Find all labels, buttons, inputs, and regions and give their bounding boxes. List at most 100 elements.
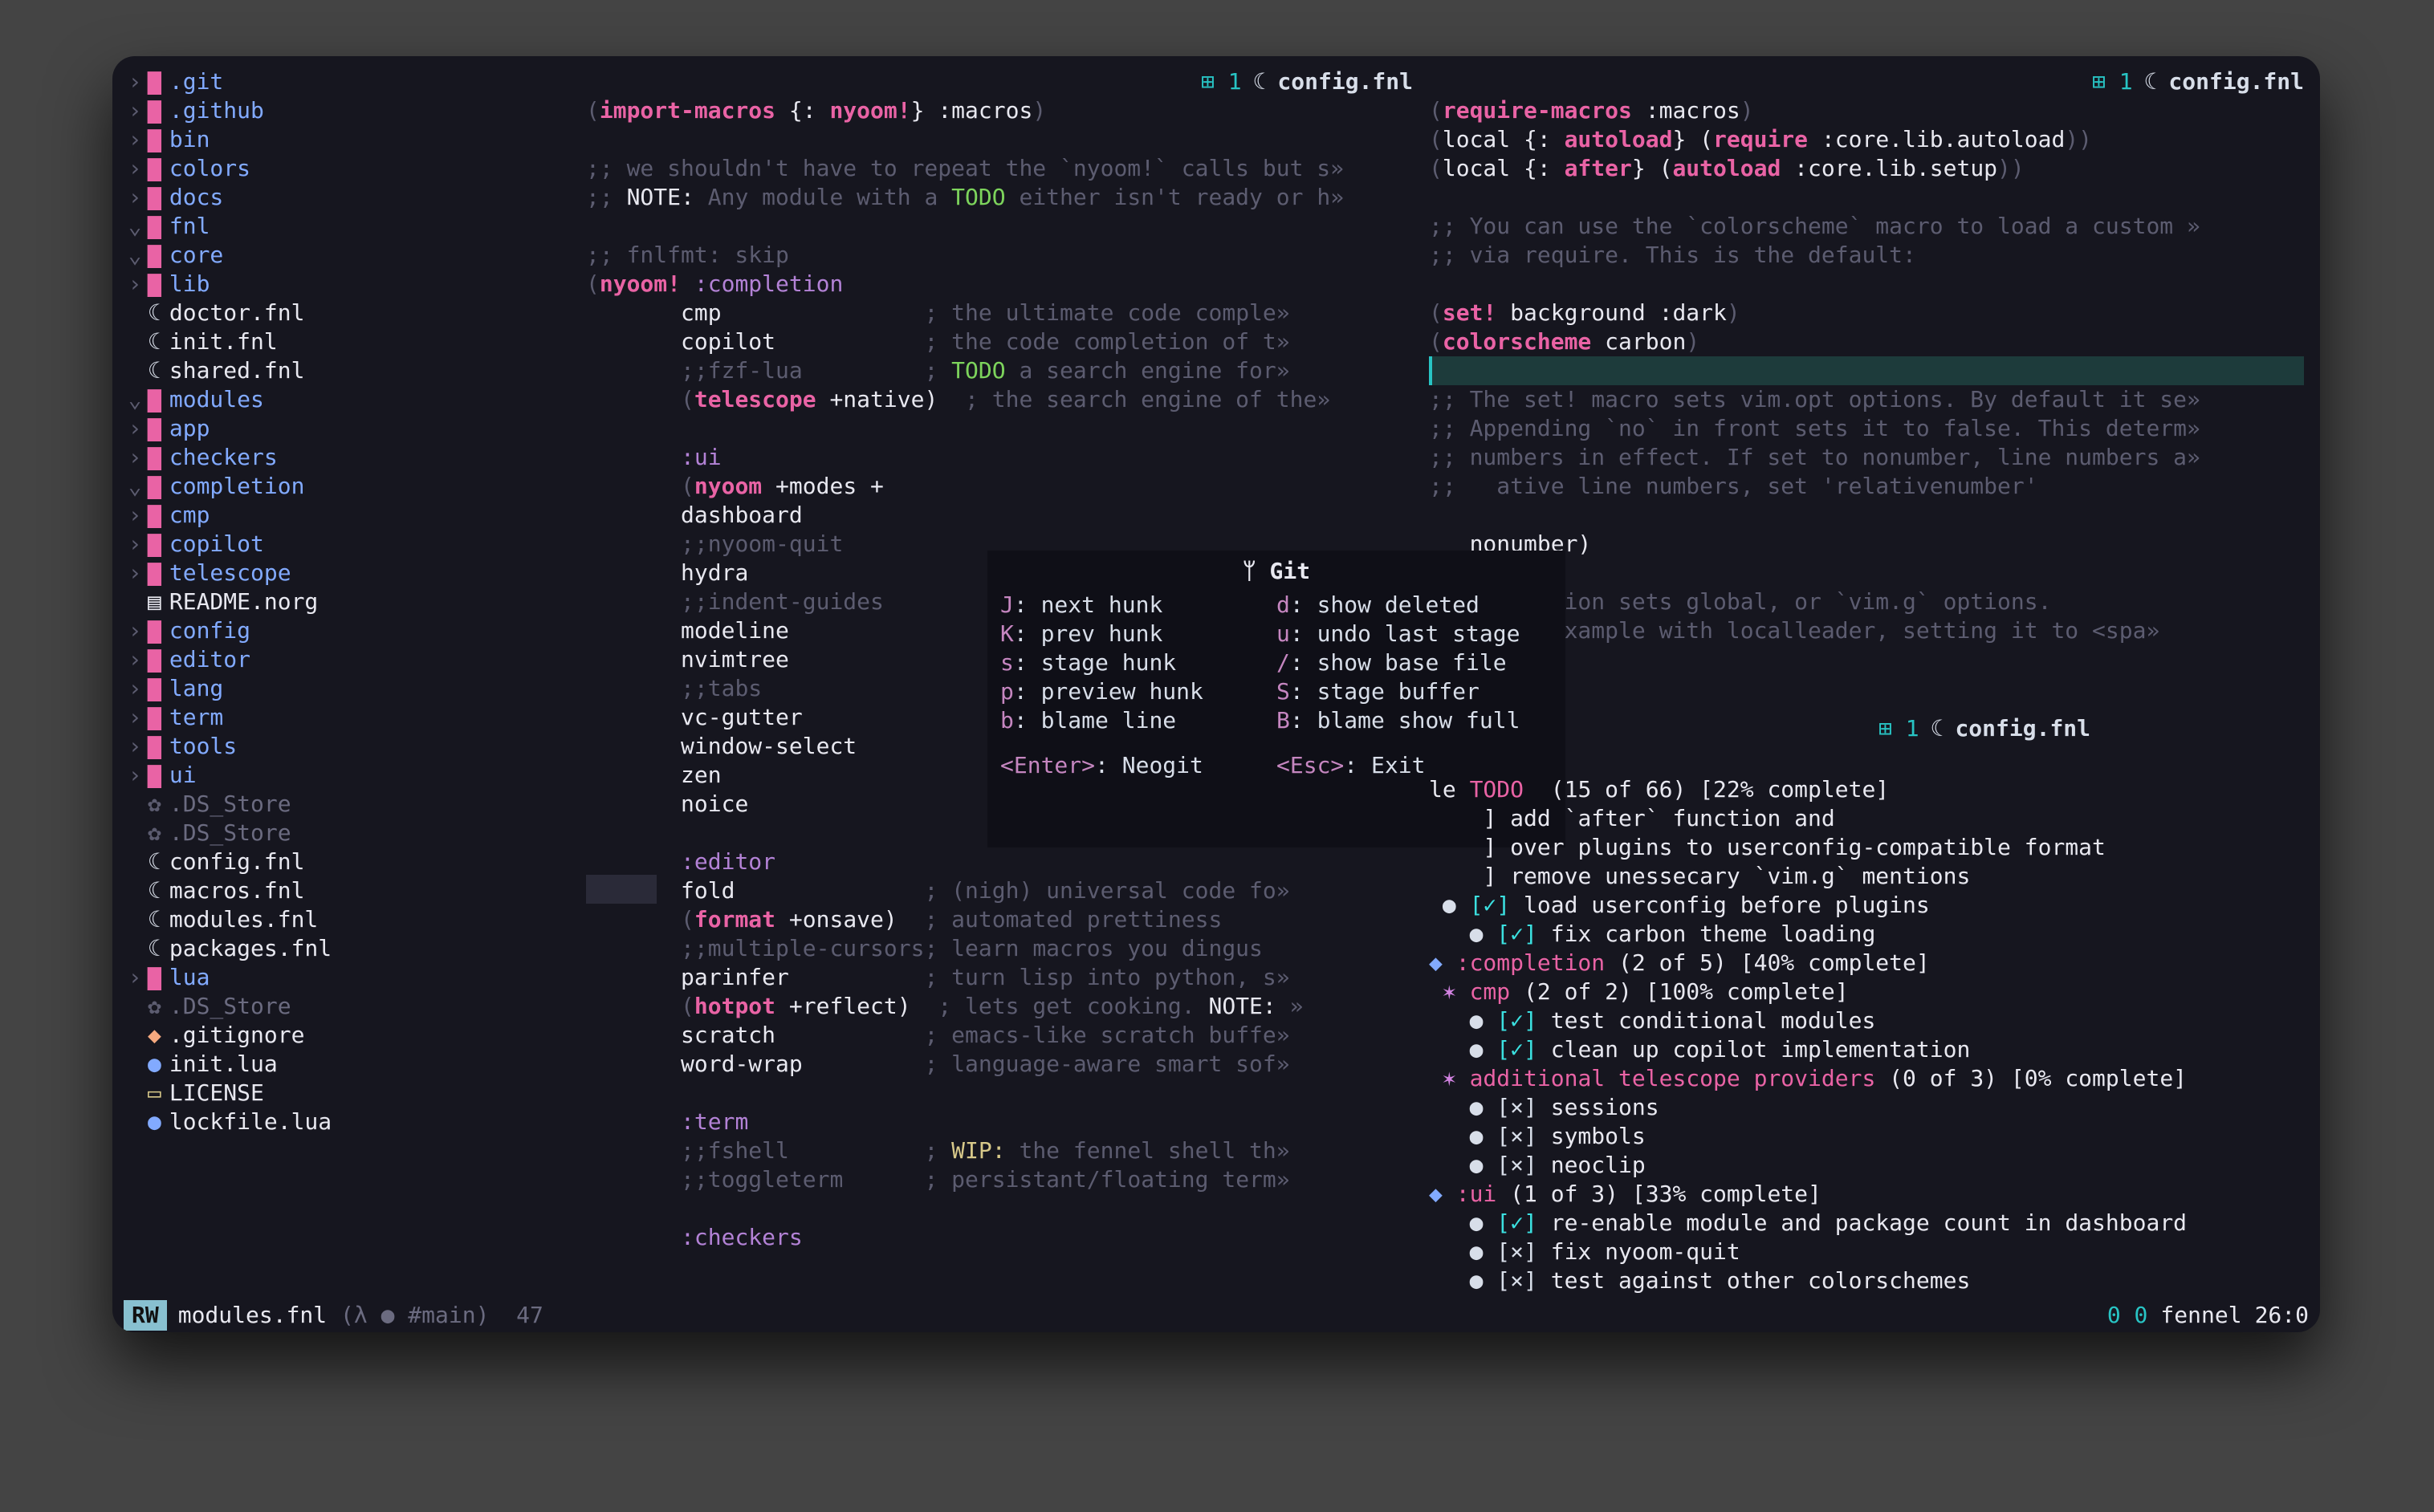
tree-item-init-fnl[interactable]: ☾init.fnl (122, 327, 581, 356)
hydra-label: blame line (1041, 707, 1177, 734)
tree-item-lib[interactable]: ›▇lib (122, 270, 581, 299)
folder-icon: ▇ (148, 472, 161, 501)
tree-item-config-fnl[interactable]: ☾config.fnl (122, 847, 581, 876)
lua-icon: ● (148, 1050, 161, 1079)
hydra-key[interactable]: b (1000, 707, 1014, 734)
tree-item-cmp[interactable]: ›▇cmp (122, 501, 581, 530)
tree-item-copilot[interactable]: ›▇copilot (122, 530, 581, 559)
tree-item-lockfile-lua[interactable]: ●lockfile.lua (122, 1108, 581, 1136)
folder-icon: ▇ (148, 183, 161, 212)
tab-todo[interactable]: ⊞ 1 ☾ config.fnl (1878, 714, 2090, 743)
tree-label: lockfile.lua (169, 1108, 332, 1136)
hydra-key[interactable]: / (1276, 649, 1290, 676)
tree-item-app[interactable]: ›▇app (122, 414, 581, 443)
hydra-key-esc[interactable]: <Esc> (1276, 752, 1344, 778)
chevron-icon: › (122, 183, 148, 212)
tree-label: term (169, 703, 223, 732)
tree-item--github[interactable]: ›▇.github (122, 96, 581, 125)
tree-item-doctor-fnl[interactable]: ☾ doctor.fnl (122, 299, 581, 327)
git-icon: ◆ (148, 1021, 161, 1050)
tree-item-tools[interactable]: ›▇tools (122, 732, 581, 761)
tree-label: .DS_Store (169, 992, 291, 1021)
hydra-key[interactable]: u (1276, 620, 1290, 647)
hydra-key[interactable]: B (1276, 707, 1290, 734)
tree-item-modules[interactable]: ⌄▇modules (122, 385, 581, 414)
tree-item--git[interactable]: ›▇.git (122, 67, 581, 96)
tree-label: .git (169, 67, 223, 96)
status-diagnostics: 0 0 (2107, 1301, 2148, 1330)
chevron-icon (122, 1021, 148, 1050)
hydra-key-enter[interactable]: <Enter> (1000, 752, 1095, 778)
file-tree[interactable]: ›▇.git›▇.github›▇bin›▇colors›▇docs⌄▇fnl … (122, 67, 581, 1136)
tree-item-completion[interactable]: ⌄▇completion (122, 472, 581, 501)
tree-label: macros.fnl (169, 876, 305, 905)
tree-item-bin[interactable]: ›▇bin (122, 125, 581, 154)
tree-label: doctor.fnl (169, 299, 305, 327)
hydra-key[interactable]: S (1276, 678, 1290, 705)
hydra-key[interactable]: K (1000, 620, 1014, 647)
tree-item-fnl[interactable]: ⌄▇fnl (122, 212, 581, 241)
folder-icon: ▇ (148, 732, 161, 761)
tree-item-colors[interactable]: ›▇colors (122, 154, 581, 183)
moon-icon: ☾ (148, 299, 161, 327)
hydra-key[interactable]: s (1000, 649, 1014, 676)
pane-todo[interactable]: le TODO (15 of 66) [22% complete] ] add … (1429, 746, 2304, 1324)
status-position: 26:0 (2255, 1301, 2309, 1330)
tree-item-term[interactable]: ›▇term (122, 703, 581, 732)
hydra-key[interactable]: p (1000, 678, 1014, 705)
tree-item-init-lua[interactable]: ●init.lua (122, 1050, 581, 1079)
tree-label: .DS_Store (169, 790, 291, 819)
hydra-key[interactable]: d (1276, 591, 1290, 618)
tree-item-macros-fnl[interactable]: ☾macros.fnl (122, 876, 581, 905)
tree-item--ds-store[interactable]: ✿.DS_Store (122, 790, 581, 819)
tree-item--ds-store[interactable]: ✿.DS_Store (122, 819, 581, 847)
tab-label: config.fnl (1277, 67, 1413, 96)
tree-item-lua[interactable]: ›▇lua (122, 963, 581, 992)
tree-label: .github (169, 96, 264, 125)
tree-item-docs[interactable]: ›▇docs (122, 183, 581, 212)
tree-item-readme-norg[interactable]: ▤README.norg (122, 587, 581, 616)
tree-label: checkers (169, 443, 278, 472)
chevron-icon (122, 587, 148, 616)
tab-right[interactable]: ⊞ 1 ☾ config.fnl (2092, 67, 2304, 96)
file-icon: ▤ (148, 587, 161, 616)
tree-label: modules.fnl (169, 905, 318, 934)
folder-icon: ▇ (148, 414, 161, 443)
tree-item-shared-fnl[interactable]: ☾shared.fnl (122, 356, 581, 385)
hydra-key[interactable]: J (1000, 591, 1014, 618)
tree-item-modules-fnl[interactable]: ☾ modules.fnl (122, 905, 581, 934)
folder-icon: ▇ (148, 559, 161, 587)
tree-item-lang[interactable]: ›▇lang (122, 674, 581, 703)
tree-item-config[interactable]: ›▇config (122, 616, 581, 645)
gear-icon: ✿ (148, 992, 161, 1021)
tree-label: packages.fnl (169, 934, 332, 963)
hydra-label: undo last stage (1317, 620, 1520, 647)
tab-left[interactable]: ⊞ 1 ☾ config.fnl (1201, 67, 1413, 96)
tree-item--ds-store[interactable]: ✿ .DS_Store (122, 992, 581, 1021)
tree-item-core[interactable]: ⌄▇core (122, 241, 581, 270)
folder-icon: ▇ (148, 443, 161, 472)
folder-icon: ▇ (148, 963, 161, 992)
chevron-icon: › (122, 559, 148, 587)
tree-label: lua (169, 963, 210, 992)
chevron-icon: › (122, 645, 148, 674)
chevron-icon (122, 905, 148, 934)
chevron-icon (122, 790, 148, 819)
tree-item-telescope[interactable]: ›▇telescope (122, 559, 581, 587)
folder-icon: ▇ (148, 616, 161, 645)
folder-icon: ▇ (148, 270, 161, 299)
tree-item-editor[interactable]: ›▇editor (122, 645, 581, 674)
tree-item-packages-fnl[interactable]: ☾packages.fnl (122, 934, 581, 963)
tree-item-ui[interactable]: ›▇ui (122, 761, 581, 790)
chevron-icon: › (122, 125, 148, 154)
tree-item-license[interactable]: ▭LICENSE (122, 1079, 581, 1108)
moon-icon: ☾ (148, 905, 161, 934)
tree-item-checkers[interactable]: ›▇checkers (122, 443, 581, 472)
folder-icon: ▇ (148, 761, 161, 790)
popup-title: Git (1270, 558, 1311, 584)
tree-item--gitignore[interactable]: ◆.gitignore (122, 1021, 581, 1050)
moon-icon: ☾ (148, 847, 161, 876)
chevron-icon (122, 992, 148, 1021)
editor-window: ›▇.git›▇.github›▇bin›▇colors›▇docs⌄▇fnl … (112, 56, 2320, 1332)
folder-icon: ▇ (148, 241, 161, 270)
